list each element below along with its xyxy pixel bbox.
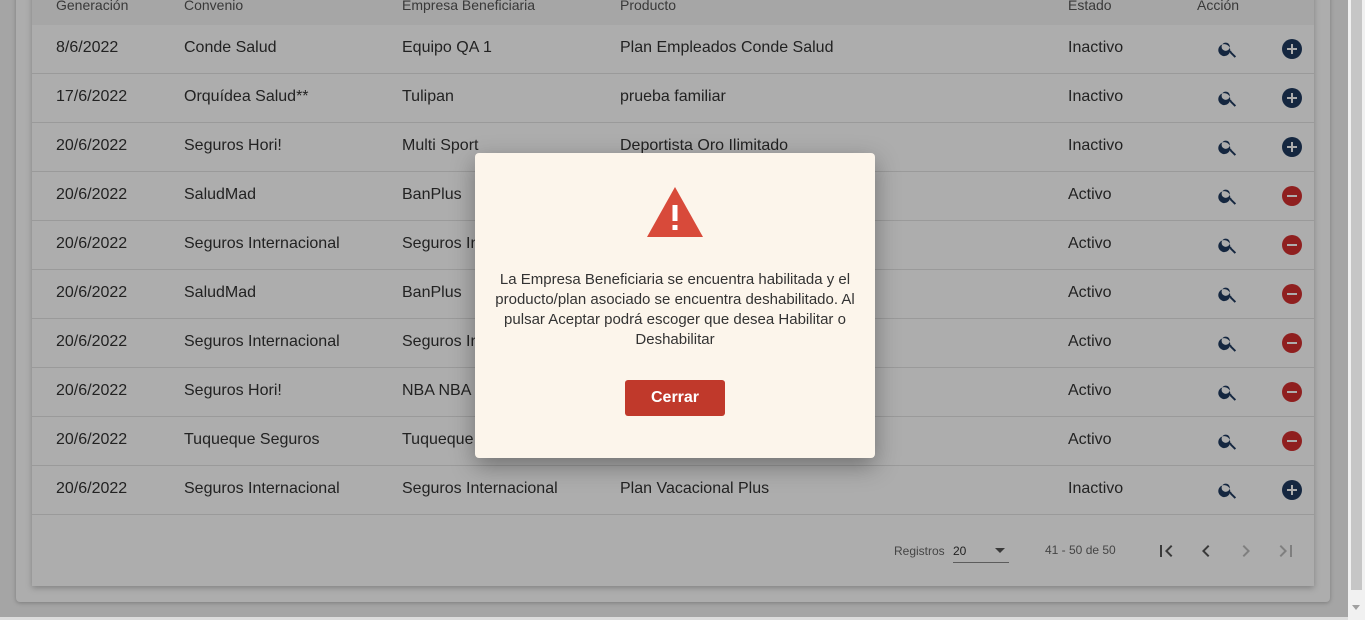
scrollbar-thumb[interactable] bbox=[1351, 0, 1362, 590]
vertical-scrollbar[interactable] bbox=[1348, 0, 1365, 620]
dialog-message: La Empresa Beneficiaria se encuentra hab… bbox=[495, 271, 855, 348]
alert-dialog: La Empresa Beneficiaria se encuentra hab… bbox=[475, 153, 875, 458]
scroll-down-arrow-icon[interactable] bbox=[1352, 605, 1360, 610]
close-button[interactable]: Cerrar bbox=[625, 380, 725, 416]
warning-triangle-icon bbox=[647, 187, 703, 237]
